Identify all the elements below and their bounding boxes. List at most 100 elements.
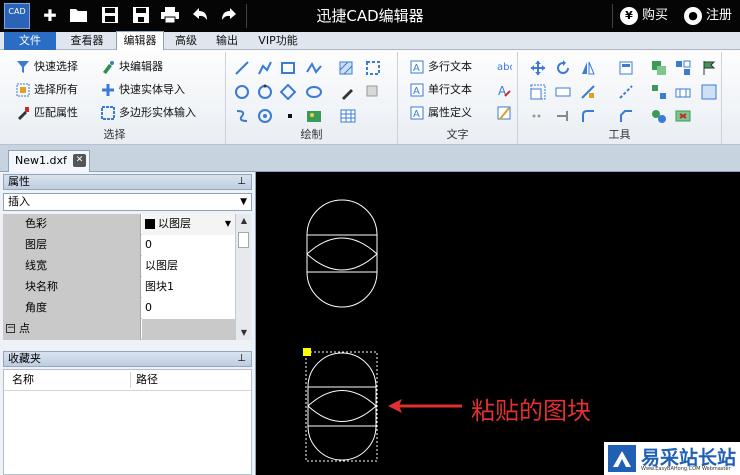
scroll-down-icon[interactable]: ▼ (236, 326, 252, 340)
tab-viewer[interactable]: 查看器 (64, 32, 110, 50)
open-folder-icon[interactable] (69, 6, 89, 26)
properties-table: 色彩 以图层 ▼ 图层 0 线宽 以图层 块名称 图块1 角度 0 − 点 (3, 214, 235, 340)
match-props-label: 匹配属性 (34, 106, 78, 119)
mtext-button[interactable]: A 多行文本 (410, 58, 472, 76)
column-header-name[interactable]: 名称 (12, 370, 34, 390)
stretch-icon[interactable] (555, 84, 571, 100)
quick-select-button[interactable]: 快速选择 (16, 58, 78, 76)
document-tab[interactable]: New1.dxf ✕ (8, 150, 90, 172)
collapse-icon[interactable]: − (6, 324, 15, 333)
group-icon[interactable] (701, 84, 717, 100)
scroll-up-icon[interactable]: ▲ (236, 214, 252, 228)
block-editor-button[interactable]: 块编辑器 (101, 58, 163, 76)
tab-advanced[interactable]: 高级 (169, 32, 203, 50)
align-icon[interactable] (618, 60, 634, 76)
save-icon[interactable] (100, 6, 120, 26)
fillet-icon[interactable] (580, 108, 596, 124)
polygon-icon[interactable] (280, 84, 296, 100)
close-icon[interactable]: ✕ (73, 154, 86, 167)
save-as-icon[interactable] (131, 6, 151, 26)
column-header-path[interactable]: 路径 (136, 370, 158, 390)
helix-icon[interactable] (234, 108, 250, 124)
entity-type-select[interactable]: 插入 ▼ (3, 193, 252, 211)
watermark-subtext: Www.EasyBAHong.COM Webmaster (641, 466, 731, 472)
point-icon[interactable] (282, 108, 298, 124)
mirror-icon[interactable] (580, 60, 596, 76)
redo-icon[interactable] (219, 6, 239, 26)
array-icon[interactable] (675, 60, 691, 76)
pin-icon[interactable]: ⊥ (237, 352, 246, 366)
pen-icon[interactable] (340, 84, 356, 100)
trim-icon[interactable] (618, 84, 634, 100)
pasted-block[interactable] (307, 352, 377, 461)
spline-icon[interactable] (306, 60, 322, 76)
attdef-button[interactable]: A 属性定义 (410, 104, 472, 122)
properties-header: 属性 ⊥ (3, 174, 252, 190)
donut-icon[interactable] (257, 108, 273, 124)
undo-icon[interactable] (190, 6, 210, 26)
buy-button[interactable]: ¥ 购买 (620, 0, 668, 32)
rectangle-icon[interactable] (280, 60, 296, 76)
tab-vip[interactable]: VIP功能 (252, 32, 304, 50)
spellcheck-icon[interactable] (496, 105, 512, 121)
region-icon[interactable] (365, 60, 381, 76)
rotate-icon[interactable] (555, 60, 571, 76)
app-logo[interactable]: CAD (4, 3, 30, 29)
copy-icon[interactable] (651, 60, 667, 76)
tab-editor[interactable]: 编辑器 (116, 31, 164, 51)
circle-icon[interactable] (234, 84, 250, 100)
break-icon[interactable] (530, 108, 546, 124)
quick-entity-import-button[interactable]: 快速实体导入 (101, 81, 185, 99)
flag-icon[interactable] (701, 60, 717, 76)
color-select[interactable]: 以图层 ▼ (142, 214, 235, 235)
text-edit-icon[interactable]: A (496, 82, 512, 98)
selection-box[interactable] (305, 351, 378, 462)
tab-file[interactable]: 文件 (4, 32, 56, 50)
property-row[interactable]: 块名称 图块1 (3, 277, 235, 298)
polygon-entity-input-button[interactable]: 多边形实体输入 (101, 104, 196, 122)
properties-scrollbar[interactable]: ▲ ▼ (235, 214, 251, 340)
pin-icon[interactable]: ⊥ (237, 175, 246, 189)
offset-icon[interactable] (580, 84, 596, 100)
move-icon[interactable] (530, 60, 546, 76)
grip-handle[interactable] (303, 348, 311, 356)
ellipse-icon[interactable] (306, 84, 322, 100)
register-button[interactable]: ● 注册 (684, 0, 732, 32)
select-all-button[interactable]: 选择所有 (16, 81, 78, 99)
hatch-icon[interactable] (338, 60, 354, 76)
column-divider[interactable] (130, 372, 131, 388)
property-row[interactable]: 色彩 以图层 ▼ (3, 214, 235, 235)
property-row[interactable]: 图层 0 (3, 235, 235, 256)
stext-button[interactable]: A 单行文本 (410, 81, 472, 99)
text-style-icon[interactable]: abc (496, 58, 512, 74)
table-icon[interactable] (340, 108, 356, 124)
match-props-button[interactable]: 匹配属性 (16, 104, 78, 122)
print-icon[interactable] (160, 6, 180, 26)
select-group-label: 选择 (103, 128, 126, 141)
explode-icon[interactable] (651, 84, 667, 100)
color-swatch (145, 219, 155, 229)
attdef-label: 属性定义 (428, 106, 472, 119)
join-icon[interactable] (675, 84, 691, 100)
chamfer-icon[interactable] (618, 108, 634, 124)
arc-icon[interactable] (257, 84, 273, 100)
extend-icon[interactable] (555, 108, 571, 124)
polyline-icon[interactable] (257, 60, 273, 76)
mtext-icon: A (410, 60, 424, 74)
erase-icon[interactable] (675, 108, 691, 124)
title-separator (246, 4, 247, 28)
measure-icon[interactable] (651, 108, 667, 124)
scroll-thumb[interactable] (238, 232, 249, 248)
scale-icon[interactable] (530, 84, 546, 100)
property-row[interactable]: 角度 0 (3, 298, 235, 319)
pasted-block-annotation: 粘贴的图块 (471, 397, 591, 425)
property-row[interactable]: 线宽 以图层 (3, 256, 235, 277)
new-file-icon[interactable]: ✚ (40, 6, 60, 26)
tab-output[interactable]: 输出 (210, 32, 244, 50)
original-block[interactable] (306, 199, 378, 308)
block-insert-icon[interactable] (365, 84, 381, 100)
select-all-icon (16, 83, 30, 97)
property-category-row[interactable]: − 点 (3, 319, 235, 340)
line-icon[interactable] (234, 60, 250, 76)
image-icon[interactable] (306, 108, 322, 124)
